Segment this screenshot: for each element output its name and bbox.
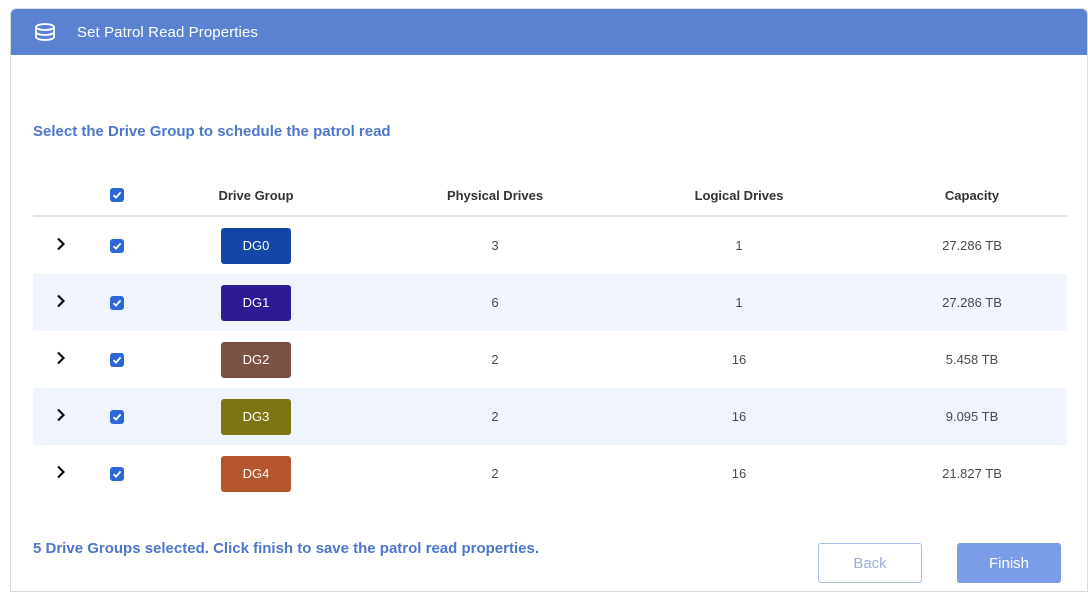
chevron-right-icon (56, 351, 66, 368)
physical-drives-cell: 6 (491, 295, 499, 310)
database-icon (34, 22, 58, 42)
expand-row-button[interactable] (49, 445, 73, 502)
capacity-cell: 27.286 TB (942, 238, 1002, 253)
drive-group-table: Drive Group Physical Drives Logical Driv… (33, 175, 1067, 502)
drive-group-cell: DG1 (201, 274, 311, 331)
column-header-capacity: Capacity (944, 187, 1000, 203)
drive-group-cell: DG3 (201, 388, 311, 445)
logical-drives-cell: 16 (731, 466, 747, 481)
column-header-physical-drives: Physical Drives (446, 187, 544, 203)
checkbox-checked-icon (110, 466, 124, 481)
row-checkbox[interactable] (107, 445, 127, 502)
column-header-logical-drives: Logical Drives (694, 187, 784, 203)
drive-group-cell: DG4 (201, 445, 311, 502)
expand-row-button[interactable] (49, 331, 73, 388)
physical-drives-cell: 3 (491, 238, 499, 253)
row-checkbox[interactable] (107, 274, 127, 331)
checkbox-checked-icon (110, 409, 124, 424)
logical-drives-cell: 1 (735, 295, 743, 310)
drive-group-badge: DG3 (221, 398, 291, 435)
dialog-titlebar: Set Patrol Read Properties (11, 9, 1087, 55)
table-row[interactable]: DG3 2 16 9.095 TB (33, 388, 1067, 445)
drive-group-badge: DG1 (221, 284, 291, 321)
drive-group-cell: DG0 (201, 217, 311, 274)
chevron-right-icon (56, 465, 66, 482)
dialog-title: Set Patrol Read Properties (77, 23, 259, 41)
physical-drives-cell: 2 (491, 352, 499, 367)
table-header: Drive Group Physical Drives Logical Driv… (33, 175, 1067, 217)
logical-drives-cell: 16 (731, 352, 747, 367)
row-checkbox[interactable] (107, 331, 127, 388)
finish-button[interactable]: Finish (957, 543, 1061, 583)
drive-group-badge: DG4 (221, 455, 291, 492)
checkbox-checked-icon (110, 352, 124, 367)
table-row[interactable]: DG1 6 1 27.286 TB (33, 274, 1067, 331)
expand-row-button[interactable] (49, 274, 73, 331)
checkbox-checked-icon (110, 188, 124, 202)
drive-group-cell: DG2 (201, 331, 311, 388)
checkbox-checked-icon (110, 295, 124, 310)
select-all-checkbox[interactable] (107, 175, 127, 215)
expand-row-button[interactable] (49, 217, 73, 274)
chevron-right-icon (56, 408, 66, 425)
selection-status-message: 5 Drive Groups selected. Click finish to… (33, 540, 539, 557)
drive-group-badge: DG0 (221, 227, 291, 264)
table-row[interactable]: DG0 3 1 27.286 TB (33, 217, 1067, 274)
checkbox-checked-icon (110, 238, 124, 253)
drive-group-badge: DG2 (221, 341, 291, 378)
chevron-right-icon (56, 294, 66, 311)
logical-drives-cell: 16 (731, 409, 747, 424)
physical-drives-cell: 2 (491, 409, 499, 424)
capacity-cell: 21.827 TB (942, 466, 1002, 481)
instruction-text: Select the Drive Group to schedule the p… (33, 123, 391, 140)
chevron-right-icon (56, 237, 66, 254)
table-row[interactable]: DG2 2 16 5.458 TB (33, 331, 1067, 388)
capacity-cell: 9.095 TB (945, 409, 999, 424)
row-checkbox[interactable] (107, 217, 127, 274)
logical-drives-cell: 1 (735, 238, 743, 253)
capacity-cell: 5.458 TB (945, 352, 999, 367)
row-checkbox[interactable] (107, 388, 127, 445)
column-header-drive-group: Drive Group (218, 187, 294, 203)
expand-row-button[interactable] (49, 388, 73, 445)
table-row[interactable]: DG4 2 16 21.827 TB (33, 445, 1067, 502)
capacity-cell: 27.286 TB (942, 295, 1002, 310)
patrol-read-dialog: Set Patrol Read Properties Select the Dr… (10, 8, 1088, 592)
physical-drives-cell: 2 (491, 466, 499, 481)
back-button[interactable]: Back (818, 543, 922, 583)
